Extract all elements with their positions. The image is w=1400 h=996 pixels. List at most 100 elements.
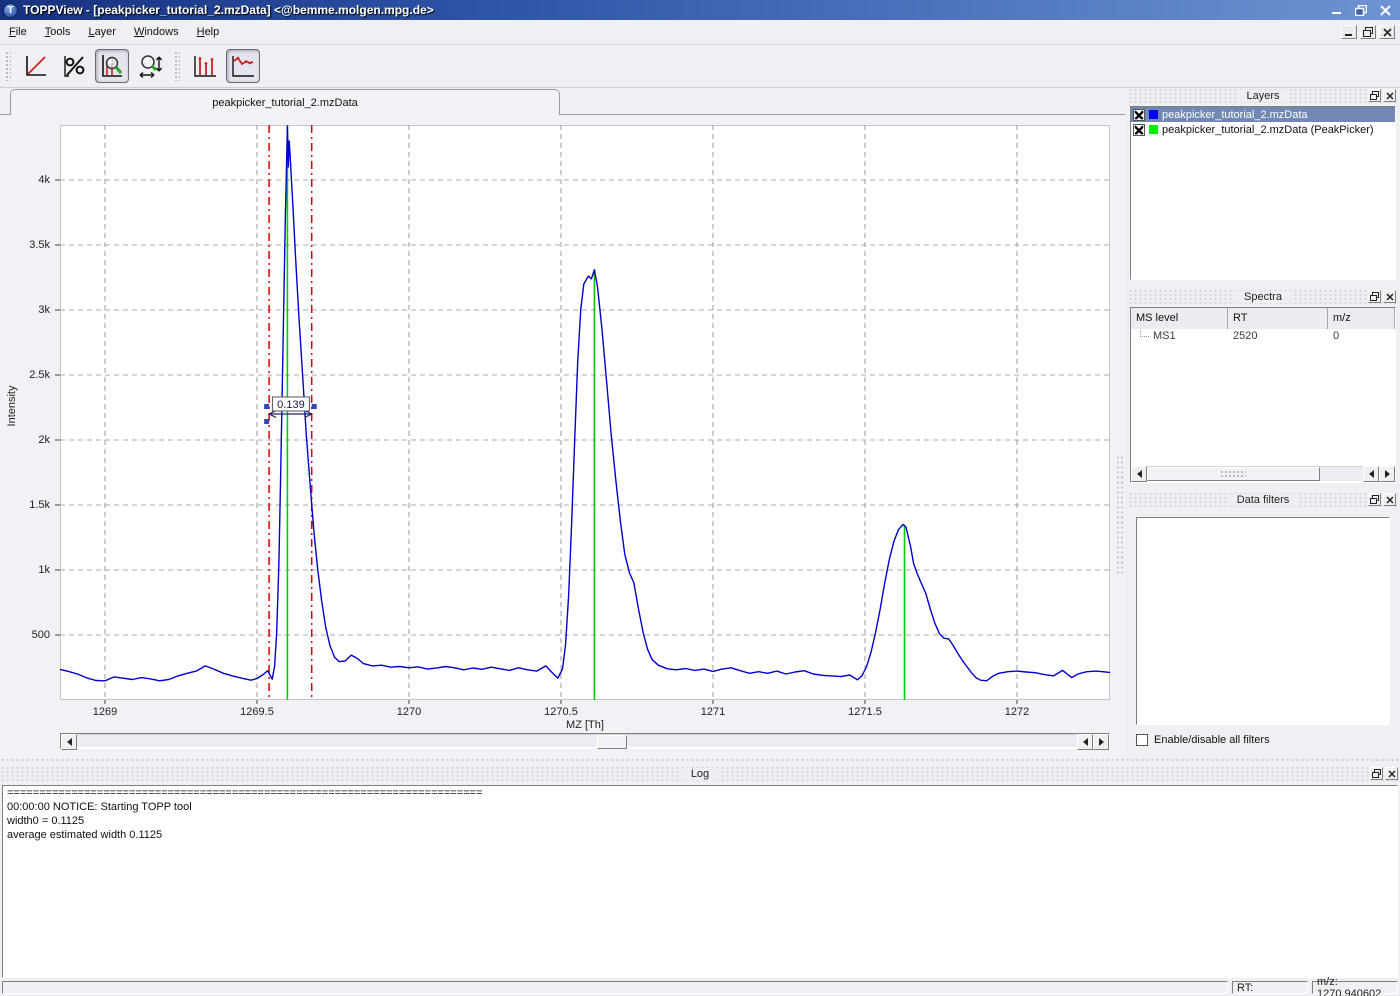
layers-close-icon[interactable]	[1383, 89, 1396, 102]
spectra-cell: MS1	[1131, 329, 1228, 344]
reset-zoom-icon	[23, 53, 49, 79]
spectra-panel-title: Spectra	[1234, 291, 1292, 303]
translate-mode-icon	[137, 53, 163, 79]
log-text-area: ========================================…	[2, 785, 1398, 978]
toolbar-handle[interactable]	[5, 51, 11, 81]
mdi-close-icon[interactable]	[1379, 25, 1395, 39]
y-tick-label: 3.5k	[4, 239, 50, 251]
layers-panel-title: Layers	[1236, 90, 1289, 102]
minimize-icon[interactable]	[1328, 3, 1346, 17]
log-splitter[interactable]	[0, 758, 1400, 763]
scroll-left-icon[interactable]	[61, 734, 77, 750]
zoom-mode-icon	[99, 53, 125, 79]
x-axis-label: MZ [Th]	[60, 719, 1110, 731]
data-filters-float-icon[interactable]	[1368, 493, 1381, 506]
spectra-column-header[interactable]: MS level	[1131, 308, 1228, 329]
x-tick-label: 1271	[701, 706, 725, 718]
spectrum-canvas[interactable]: Intensity 0.139 5001k1.5k2k2.5k3k3.5k4k1…	[0, 115, 1125, 760]
spectra-scroll-slider[interactable]	[1147, 467, 1320, 481]
y-tick-label: 3k	[4, 304, 50, 316]
spectra-scroll-track[interactable]	[1147, 466, 1363, 482]
scroll-slider[interactable]	[597, 735, 627, 749]
log-panel-header[interactable]: Log	[0, 766, 1400, 782]
intensity-percentage-icon	[61, 53, 87, 79]
log-panel-title: Log	[681, 768, 719, 780]
x-tick-label: 1270	[397, 706, 421, 718]
intensity-percentage-button[interactable]	[57, 49, 91, 83]
spectra-column-header[interactable]: RT	[1228, 308, 1328, 329]
reset-zoom-button[interactable]	[19, 49, 53, 83]
layer-item[interactable]: peakpicker_tutorial_2.mzData (PeakPicker…	[1131, 122, 1395, 137]
tree-branch-icon	[1140, 330, 1149, 337]
spectra-scroll-left2-icon[interactable]	[1363, 466, 1379, 482]
data-filters-panel-header[interactable]: Data filters	[1128, 492, 1398, 508]
spectra-float-icon[interactable]	[1368, 290, 1381, 303]
mdi-minimize-icon[interactable]	[1341, 25, 1357, 39]
profile-mode-icon	[230, 53, 256, 79]
layer-label: peakpicker_tutorial_2.mzData	[1162, 109, 1308, 121]
zoom-mode-button[interactable]	[95, 49, 129, 83]
tab-bar: peakpicker_tutorial_2.mzData	[0, 88, 1125, 115]
restore-icon[interactable]	[1352, 3, 1370, 17]
layer-color-swatch	[1149, 125, 1158, 134]
spectra-scroll-right-icon[interactable]	[1379, 466, 1395, 482]
spectra-row[interactable]: MS125200	[1131, 329, 1395, 344]
svg-text:0.139: 0.139	[277, 399, 305, 411]
y-tick-label: 4k	[4, 174, 50, 186]
x-tick-label: 1271.5	[848, 706, 882, 718]
x-tick-label: 1269	[93, 706, 117, 718]
spectra-hscrollbar[interactable]	[1131, 466, 1395, 482]
spectra-cell: 2520	[1228, 329, 1328, 344]
spectra-close-icon[interactable]	[1383, 290, 1396, 303]
window-title: TOPPView - [peakpicker_tutorial_2.mzData…	[23, 3, 434, 17]
log-line: average estimated width 0.1125	[3, 828, 1397, 842]
toolbar	[0, 45, 1400, 88]
menu-bar: FileToolsLayerWindowsHelp	[0, 20, 1400, 45]
y-tick-label: 2.5k	[4, 369, 50, 381]
layer-item[interactable]: peakpicker_tutorial_2.mzData	[1131, 107, 1395, 122]
layers-panel-header[interactable]: Layers	[1128, 88, 1398, 104]
spectrum-hscrollbar[interactable]	[60, 733, 1110, 749]
enable-filters-checkbox[interactable]	[1136, 734, 1148, 746]
scroll-track[interactable]	[77, 734, 1077, 748]
log-line: 00:00:00 NOTICE: Starting TOPP tool	[3, 800, 1397, 814]
x-tick-label: 1269.5	[240, 706, 274, 718]
log-line: width0 = 0.1125	[3, 814, 1397, 828]
log-close-icon[interactable]	[1385, 767, 1398, 780]
scroll-left2-icon[interactable]	[1077, 734, 1093, 750]
menu-file[interactable]: File	[0, 23, 36, 41]
menu-layer[interactable]: Layer	[79, 23, 125, 41]
spectra-panel-header[interactable]: Spectra	[1128, 289, 1398, 305]
layer-label: peakpicker_tutorial_2.mzData (PeakPicker…	[1162, 124, 1374, 136]
y-tick-label: 500	[4, 629, 50, 641]
log-float-icon[interactable]	[1370, 767, 1383, 780]
status-rt: RT:	[1232, 981, 1308, 994]
layer-visibility-checkbox[interactable]	[1133, 109, 1145, 121]
close-icon[interactable]	[1376, 3, 1394, 17]
spectra-table[interactable]: MS levelRTm/z MS125200	[1130, 307, 1396, 483]
peaks-mode-icon	[192, 53, 218, 79]
data-filters-list[interactable]	[1136, 517, 1390, 725]
status-message	[2, 981, 1228, 994]
log-line: ========================================…	[3, 786, 1397, 800]
tab-label: peakpicker_tutorial_2.mzData	[212, 97, 358, 109]
spectra-scroll-left-icon[interactable]	[1131, 466, 1147, 482]
profile-mode-button[interactable]	[226, 49, 260, 83]
y-tick-label: 1.5k	[4, 499, 50, 511]
layers-float-icon[interactable]	[1368, 89, 1381, 102]
layers-list[interactable]: peakpicker_tutorial_2.mzData peakpicker_t…	[1130, 106, 1396, 280]
menu-help[interactable]: Help	[188, 23, 229, 41]
spectrum-plot[interactable]: 0.139	[54, 125, 1110, 705]
menu-windows[interactable]: Windows	[125, 23, 188, 41]
spectra-column-header[interactable]: m/z	[1328, 308, 1395, 329]
layer-visibility-checkbox[interactable]	[1133, 124, 1145, 136]
vertical-splitter[interactable]	[1116, 455, 1124, 575]
mdi-restore-icon[interactable]	[1360, 25, 1376, 39]
tab-spectrum-view[interactable]: peakpicker_tutorial_2.mzData	[10, 89, 560, 115]
peaks-mode-button[interactable]	[188, 49, 222, 83]
x-tick-label: 1272	[1005, 706, 1029, 718]
scroll-right-icon[interactable]	[1093, 734, 1109, 750]
menu-tools[interactable]: Tools	[36, 23, 80, 41]
data-filters-close-icon[interactable]	[1383, 493, 1396, 506]
translate-mode-button[interactable]	[133, 49, 167, 83]
